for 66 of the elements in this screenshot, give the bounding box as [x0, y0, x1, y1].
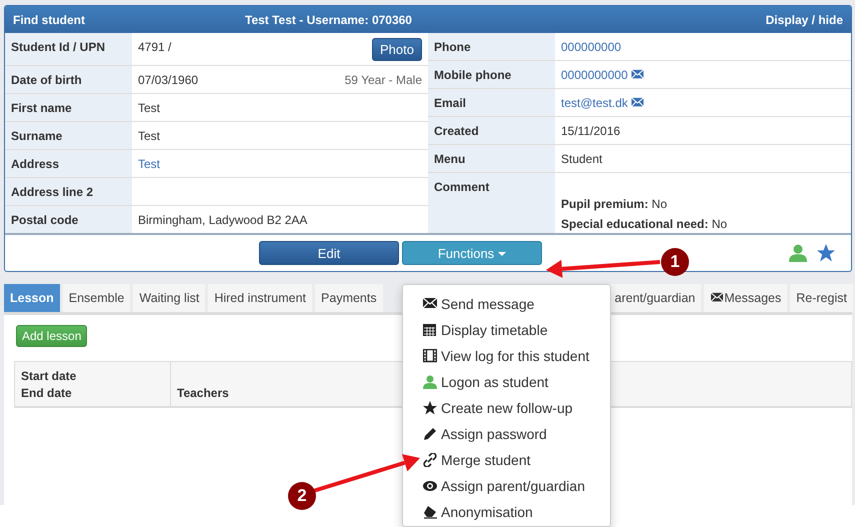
menu-item[interactable]: Merge student: [403, 447, 610, 473]
field-label: Mobile phone: [428, 61, 555, 88]
field-label: First name: [5, 94, 132, 121]
field-link[interactable]: 000000000: [561, 40, 622, 54]
field-label: Postal code: [5, 206, 132, 233]
field-label: Address line 2: [5, 178, 132, 205]
field-label: Date of birth: [5, 66, 132, 93]
tab[interactable]: Payments: [315, 284, 383, 312]
tab[interactable]: Ensemble: [62, 284, 130, 312]
comment-line: Pupil premium: No: [561, 197, 668, 211]
menu-item[interactable]: View log for this student: [403, 343, 610, 369]
field-label: Menu: [428, 145, 555, 172]
field-label: Created: [428, 117, 555, 144]
menu-item[interactable]: Create new follow-up: [403, 395, 610, 421]
tab[interactable]: Waiting list: [133, 284, 206, 312]
comment-line: Special educational need: No: [561, 217, 728, 231]
envelope-icon: [630, 69, 644, 81]
menu-item[interactable]: Assign parent/guardian: [403, 473, 610, 499]
caret-icon: [498, 252, 506, 256]
field-value: 15/11/2016: [561, 124, 620, 138]
star-icon: [817, 244, 835, 262]
panel-title: Find student: [13, 12, 86, 26]
field-label: Student Id / UPN: [5, 33, 132, 65]
field-value: Test: [138, 129, 160, 143]
envelope-icon: [710, 292, 724, 304]
field-value: Birmingham, Ladywood B2 2AA: [138, 213, 308, 227]
pencil-icon: [423, 427, 437, 441]
tab[interactable]: Lesson: [4, 284, 60, 312]
field-label: Surname: [5, 122, 132, 149]
tab[interactable]: arent/guardian: [608, 284, 702, 312]
column-header: Start date End date: [15, 362, 171, 406]
field-value: Test: [138, 101, 160, 115]
edit-button[interactable]: Edit: [259, 241, 399, 265]
field-label: Comment: [428, 173, 555, 233]
field-link[interactable]: Test: [138, 157, 160, 171]
menu-item[interactable]: Assign password: [403, 421, 610, 447]
eraser-icon: [423, 505, 437, 519]
field-link[interactable]: test@test.dk: [561, 96, 628, 110]
tab[interactable]: Re-regist: [790, 284, 853, 312]
age-gender-text: 59 Year - Male: [344, 73, 422, 87]
user-icon: [789, 244, 807, 262]
tab[interactable]: Messages: [704, 284, 788, 312]
menu-item[interactable]: Send message: [403, 291, 610, 317]
photo-button[interactable]: Photo: [372, 38, 422, 61]
field-link[interactable]: 0000000000: [561, 68, 628, 82]
user-icon: [423, 375, 437, 389]
envelope-icon: [630, 97, 644, 109]
student-heading: Test Test - Username: 070360: [245, 12, 413, 26]
field-label: Email: [428, 89, 555, 116]
display-hide-link[interactable]: Display / hide: [766, 12, 843, 26]
field-value: Student: [561, 152, 602, 166]
menu-item[interactable]: Logon as student: [403, 369, 610, 395]
eye-icon: [423, 479, 437, 493]
field-label: Phone: [428, 33, 555, 60]
star-icon: [423, 401, 437, 415]
field-value: 07/03/1960: [138, 73, 198, 87]
menu-item[interactable]: Display timetable: [403, 317, 610, 343]
field-label: Address: [5, 150, 132, 177]
field-value: 4791 /: [138, 40, 172, 54]
link-icon: [423, 453, 437, 467]
column-header: Teachers: [176, 385, 230, 402]
envelope-icon: [423, 297, 437, 311]
calendar-icon: [423, 323, 437, 337]
film-icon: [423, 349, 437, 363]
tab[interactable]: Hired instrument: [208, 284, 312, 312]
menu-item[interactable]: Anonymisation: [403, 499, 610, 525]
